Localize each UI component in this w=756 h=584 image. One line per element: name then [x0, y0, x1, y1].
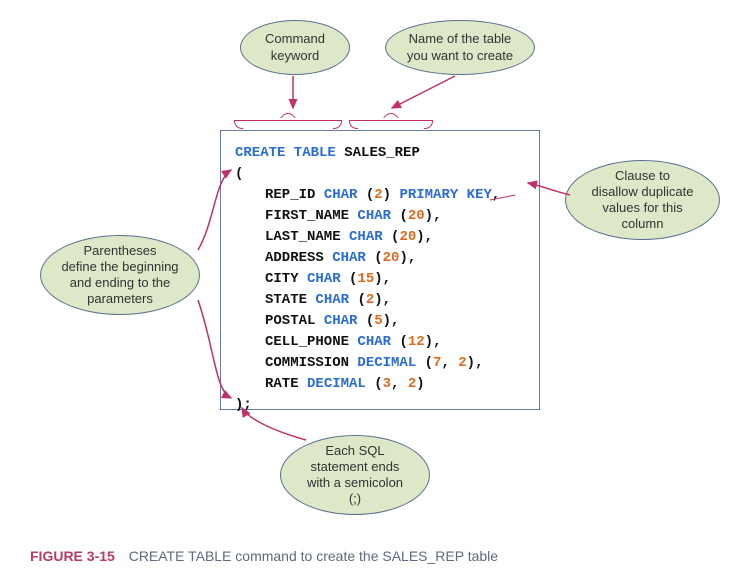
- callout-parentheses: Parenthesesdefine the beginningand endin…: [40, 235, 200, 315]
- sql-code-box: CREATE TABLE SALES_REP ( REP_ID CHAR (2)…: [220, 130, 540, 410]
- figure-caption: FIGURE 3-15 CREATE TABLE command to crea…: [30, 548, 736, 564]
- column-name: COMMISSION: [265, 355, 357, 371]
- code-row: CITY CHAR (15),: [265, 269, 529, 290]
- code-row: LAST_NAME CHAR (20),: [265, 227, 529, 248]
- datatype-keyword: CHAR: [357, 208, 391, 224]
- datatype-keyword: DECIMAL: [357, 355, 416, 371]
- column-name: CELL_PHONE: [265, 334, 357, 350]
- code-row: FIRST_NAME CHAR (20),: [265, 206, 529, 227]
- line-terminator: ,: [492, 187, 500, 203]
- callout-semicolon-text: Each SQLstatement endswith a semicolon(;…: [297, 439, 413, 512]
- line-terminator: ,: [383, 292, 391, 308]
- code-open-paren: (: [235, 164, 529, 185]
- code-row: REP_ID CHAR (2) PRIMARY KEY,: [265, 185, 529, 206]
- callout-table-name-text: Name of the tableyou want to create: [397, 27, 523, 68]
- line-terminator: ,: [383, 271, 391, 287]
- column-name: STATE: [265, 292, 315, 308]
- line-terminator: ,: [425, 229, 433, 245]
- datatype-keyword: CHAR: [324, 187, 358, 203]
- code-line-create: CREATE TABLE SALES_REP: [235, 143, 529, 164]
- size-spec: (12): [399, 334, 433, 350]
- callout-command-keyword-text: Commandkeyword: [255, 27, 335, 68]
- datatype-keyword: DECIMAL: [307, 376, 366, 392]
- size-spec: (20): [391, 229, 425, 245]
- size-spec: (2): [357, 292, 382, 308]
- code-row: POSTAL CHAR (5),: [265, 311, 529, 332]
- datatype-keyword: CHAR: [349, 229, 383, 245]
- callout-semicolon: Each SQLstatement endswith a semicolon(;…: [280, 435, 430, 515]
- column-name: POSTAL: [265, 313, 324, 329]
- size-spec: (20): [374, 250, 408, 266]
- datatype-keyword: CHAR: [332, 250, 366, 266]
- line-terminator: ,: [475, 355, 483, 371]
- size-spec: (20): [399, 208, 433, 224]
- size-spec: (7, 2): [425, 355, 475, 371]
- callout-table-name: Name of the tableyou want to create: [385, 20, 535, 75]
- keyword-create-table: CREATE TABLE: [235, 145, 336, 161]
- size-spec: (2): [366, 187, 391, 203]
- line-terminator: ,: [433, 334, 441, 350]
- datatype-keyword: CHAR: [357, 334, 391, 350]
- table-name-text: SALES_REP: [344, 145, 420, 161]
- code-row: STATE CHAR (2),: [265, 290, 529, 311]
- callout-parentheses-text: Parenthesesdefine the beginningand endin…: [51, 239, 188, 312]
- column-name: REP_ID: [265, 187, 324, 203]
- figure-caption-text: CREATE TABLE command to create the SALES…: [129, 548, 498, 564]
- figure-number: FIGURE 3-15: [30, 548, 115, 564]
- code-row: COMMISSION DECIMAL (7, 2),: [265, 353, 529, 374]
- column-name: LAST_NAME: [265, 229, 349, 245]
- code-row: ADDRESS CHAR (20),: [265, 248, 529, 269]
- line-terminator: ,: [408, 250, 416, 266]
- code-close: );: [235, 395, 529, 416]
- datatype-keyword: CHAR: [324, 313, 358, 329]
- line-terminator: ,: [391, 313, 399, 329]
- code-row: CELL_PHONE CHAR (12),: [265, 332, 529, 353]
- callout-primary-key-text: Clause todisallow duplicatevalues for th…: [582, 164, 704, 237]
- size-spec: (3, 2): [374, 376, 424, 392]
- column-name: FIRST_NAME: [265, 208, 357, 224]
- column-name: ADDRESS: [265, 250, 332, 266]
- code-column-definitions: REP_ID CHAR (2) PRIMARY KEY,FIRST_NAME C…: [235, 185, 529, 395]
- datatype-keyword: CHAR: [307, 271, 341, 287]
- callout-command-keyword: Commandkeyword: [240, 20, 350, 75]
- line-terminator: ,: [433, 208, 441, 224]
- datatype-keyword: CHAR: [315, 292, 349, 308]
- size-spec: (15): [349, 271, 383, 287]
- column-name: CITY: [265, 271, 307, 287]
- code-row: RATE DECIMAL (3, 2): [265, 374, 529, 395]
- keyword-primary-key: PRIMARY KEY: [399, 187, 491, 203]
- column-name: RATE: [265, 376, 307, 392]
- size-spec: (5): [366, 313, 391, 329]
- diagram-canvas: Commandkeyword Name of the tableyou want…: [30, 20, 730, 540]
- arrow-table-name: [392, 76, 455, 108]
- callout-primary-key: Clause todisallow duplicatevalues for th…: [565, 160, 720, 240]
